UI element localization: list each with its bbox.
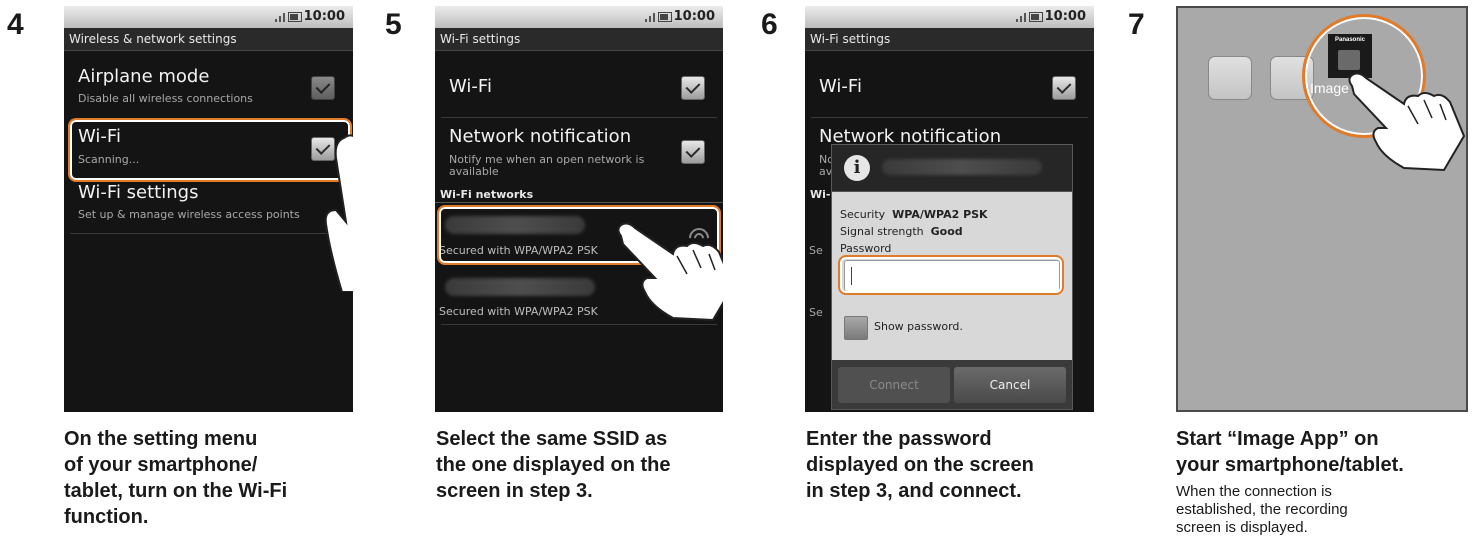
wifi-settings-title: Wi-Fi settings xyxy=(78,182,199,203)
background-text: Se xyxy=(809,244,823,257)
caption-line: function. xyxy=(64,506,149,528)
caption-line: Select the same SSID as xyxy=(436,428,668,450)
step-number-6: 6 xyxy=(761,8,778,41)
battery-icon xyxy=(1029,12,1043,22)
step-number-5: 5 xyxy=(385,8,402,41)
caption-line: your smartphone/tablet. xyxy=(1176,454,1404,476)
caption-line: of your smartphone/ xyxy=(64,454,258,476)
airplane-mode-checkbox[interactable] xyxy=(311,76,335,100)
pointing-hand-icon xyxy=(1348,72,1466,172)
blurred-ssid xyxy=(882,159,1042,175)
status-time: 10:00 xyxy=(1044,9,1086,24)
signal-strength-line: Signal strength Good xyxy=(840,225,963,238)
cancel-button[interactable]: Cancel xyxy=(954,367,1066,403)
divider xyxy=(811,117,1088,118)
phone-screen-step-6: 10:00 Wi-Fi settings Wi-Fi Network notif… xyxy=(805,6,1094,412)
subcaption-line: established, the recording xyxy=(1176,501,1348,518)
network-notification-subtitle: available xyxy=(449,165,499,178)
step-number-7: 7 xyxy=(1128,8,1145,41)
app-icon-placeholder[interactable] xyxy=(1208,56,1252,100)
phone-screen-step-5: 10:00 Wi-Fi settings Wi-Fi Network notif… xyxy=(435,6,723,412)
dialog-header: i xyxy=(832,145,1072,192)
password-dialog: i Security WPA/WPA2 PSK Signal strength … xyxy=(831,144,1073,410)
wifi-settings-row[interactable]: Wi-Fi settings Set up & manage wireless … xyxy=(64,180,353,230)
wifi-toggle-row: Wi-Fi xyxy=(805,62,1094,112)
caption-line: On the setting menu xyxy=(64,428,258,450)
caption-line: Start “Image App” on xyxy=(1176,428,1379,450)
wifi-checkbox xyxy=(1052,76,1076,100)
screen-title: Wireless & network settings xyxy=(64,28,353,51)
pointing-hand-icon xyxy=(324,134,353,292)
wifi-toggle-row[interactable]: Wi-Fi xyxy=(435,62,723,112)
step-number-4: 4 xyxy=(7,8,24,41)
airplane-mode-title: Airplane mode xyxy=(78,66,210,87)
status-time: 10:00 xyxy=(673,9,715,24)
home-screen: Panasonic Image App xyxy=(1176,6,1468,412)
network-security: Secured with WPA/WPA2 PSK xyxy=(439,305,598,318)
caption-line: screen in step 3. xyxy=(436,480,593,502)
subcaption-line: When the connection is xyxy=(1176,483,1332,500)
caption-line: the one displayed on the xyxy=(436,454,671,476)
password-highlight xyxy=(838,255,1064,295)
screen-title: Wi-Fi settings xyxy=(805,28,1094,51)
divider xyxy=(435,202,723,203)
divider xyxy=(441,117,717,118)
signal-icon xyxy=(275,12,289,22)
divider xyxy=(441,324,717,325)
network-notification-row[interactable]: Network notification Notify me when an o… xyxy=(435,120,723,186)
wifi-networks-header: Wi-Fi networks xyxy=(440,188,534,201)
status-bar: 10:00 xyxy=(64,6,353,28)
caption-line: tablet, turn on the Wi-Fi xyxy=(64,480,288,502)
caption-line: in step 3, and connect. xyxy=(806,480,1022,502)
airplane-mode-row[interactable]: Airplane mode Disable all wireless conne… xyxy=(64,62,353,116)
show-password-label: Show password. xyxy=(874,320,963,333)
wifi-title: Wi-Fi xyxy=(819,76,862,97)
signal-icon xyxy=(645,12,659,22)
network-notification-checkbox[interactable] xyxy=(681,140,705,164)
pointing-hand-icon xyxy=(617,222,723,322)
battery-icon xyxy=(288,12,302,22)
status-bar: 10:00 xyxy=(805,6,1094,28)
connect-button[interactable]: Connect xyxy=(838,367,950,403)
status-bar: 10:00 xyxy=(435,6,723,28)
wifi-checkbox[interactable] xyxy=(681,76,705,100)
divider xyxy=(70,233,347,234)
security-label: Security xyxy=(840,208,886,221)
dialog-body: Security WPA/WPA2 PSK Signal strength Go… xyxy=(832,192,1072,360)
wifi-highlight xyxy=(68,118,352,182)
background-text: Se xyxy=(809,306,823,319)
screen-title: Wi-Fi settings xyxy=(435,28,723,51)
show-password-checkbox[interactable] xyxy=(844,316,868,340)
phone-screen-step-4: 10:00 Wireless & network settings Airpla… xyxy=(64,6,353,412)
status-time: 10:00 xyxy=(303,9,345,24)
blurred-ssid xyxy=(445,278,595,296)
battery-icon xyxy=(658,12,672,22)
security-line: Security WPA/WPA2 PSK xyxy=(840,208,988,221)
caption-line: Enter the password xyxy=(806,428,992,450)
info-icon: i xyxy=(844,155,870,181)
wifi-title: Wi-Fi xyxy=(449,76,492,97)
caption-line: displayed on the screen xyxy=(806,454,1034,476)
subcaption-line: screen is displayed. xyxy=(1176,519,1308,536)
network-notification-title: Network notification xyxy=(449,126,632,147)
airplane-mode-subtitle: Disable all wireless connections xyxy=(78,92,253,105)
dialog-buttons: Connect Cancel xyxy=(832,360,1072,409)
signal-icon xyxy=(1016,12,1030,22)
wifi-settings-subtitle: Set up & manage wireless access points xyxy=(78,208,300,221)
signal-strength-label: Signal strength xyxy=(840,225,924,238)
signal-strength-value: Good xyxy=(930,225,963,238)
security-value: WPA/WPA2 PSK xyxy=(892,208,988,221)
password-label: Password xyxy=(840,242,892,253)
